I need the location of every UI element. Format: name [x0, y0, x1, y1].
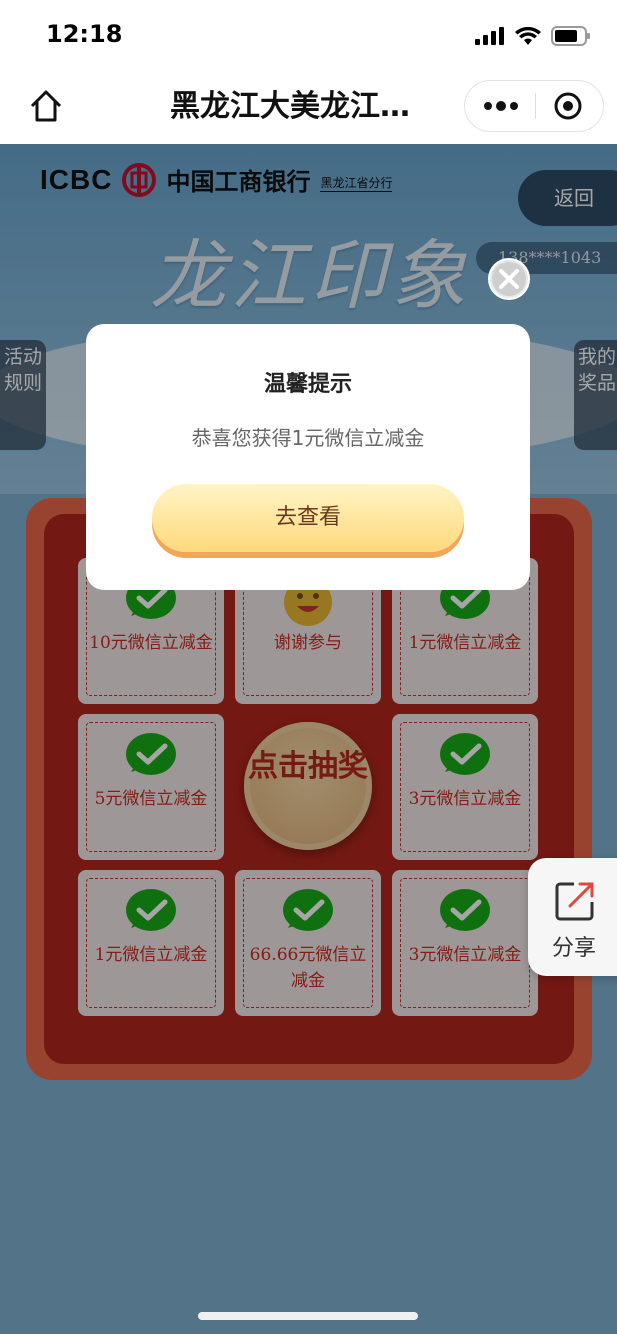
modal-title: 温馨提示 [263, 372, 352, 397]
modal-backdrop[interactable] [0, 144, 617, 1334]
home-icon [30, 90, 62, 122]
battery-icon [551, 26, 590, 46]
nav-bar: 黑龙江大美龙江… [0, 72, 617, 144]
capsule-divider [535, 93, 536, 119]
mini-program-capsule [464, 80, 604, 132]
modal-close-button[interactable] [488, 258, 530, 300]
more-button[interactable] [483, 81, 519, 131]
status-icons [475, 26, 591, 46]
close-icon [492, 262, 526, 296]
target-close-icon [554, 92, 582, 120]
more-dots-icon [484, 101, 518, 111]
prize-modal: 温馨提示 恭喜您获得1元微信立减金 去查看 [86, 324, 530, 590]
page-title: 黑龙江大美龙江… [170, 89, 410, 124]
status-time: 12:18 [46, 20, 123, 48]
share-icon [555, 882, 594, 921]
home-button[interactable] [26, 86, 66, 126]
home-indicator[interactable] [198, 1312, 418, 1320]
share-label: 分享 [551, 936, 596, 961]
share-button[interactable]: 分享 [528, 858, 617, 976]
close-mini-program-button[interactable] [553, 91, 583, 121]
modal-message: 恭喜您获得1元微信立减金 [191, 426, 425, 450]
lottery-page: ICBC 中国工商银行 黑龙江省分行 龙江印象 返回 138****1043 活… [0, 144, 617, 1334]
view-prize-button[interactable]: 去查看 [152, 484, 464, 552]
status-bar: 12:18 [0, 0, 617, 72]
signal-icon [475, 27, 504, 45]
wifi-icon [515, 27, 541, 45]
